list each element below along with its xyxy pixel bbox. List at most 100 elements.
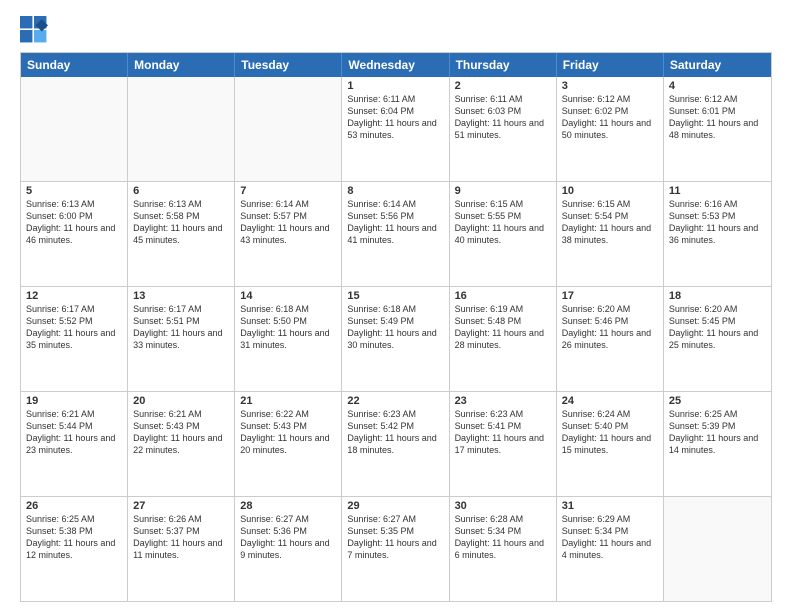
cell-info: Sunrise: 6:28 AM Sunset: 5:34 PM Dayligh… — [455, 513, 551, 562]
calendar: SundayMondayTuesdayWednesdayThursdayFrid… — [20, 52, 772, 602]
day-number: 29 — [347, 500, 443, 512]
day-number: 23 — [455, 395, 551, 407]
day-number: 5 — [26, 185, 122, 197]
cell-info: Sunrise: 6:19 AM Sunset: 5:48 PM Dayligh… — [455, 303, 551, 352]
day-number: 9 — [455, 185, 551, 197]
cell-info: Sunrise: 6:11 AM Sunset: 6:03 PM Dayligh… — [455, 93, 551, 142]
cell-info: Sunrise: 6:22 AM Sunset: 5:43 PM Dayligh… — [240, 408, 336, 457]
logo-icon — [20, 16, 48, 44]
cell-info: Sunrise: 6:27 AM Sunset: 5:36 PM Dayligh… — [240, 513, 336, 562]
day-number: 30 — [455, 500, 551, 512]
cell-info: Sunrise: 6:27 AM Sunset: 5:35 PM Dayligh… — [347, 513, 443, 562]
calendar-cell: 8Sunrise: 6:14 AM Sunset: 5:56 PM Daylig… — [342, 182, 449, 286]
cell-info: Sunrise: 6:21 AM Sunset: 5:44 PM Dayligh… — [26, 408, 122, 457]
calendar-cell: 30Sunrise: 6:28 AM Sunset: 5:34 PM Dayli… — [450, 497, 557, 601]
calendar-row-5: 26Sunrise: 6:25 AM Sunset: 5:38 PM Dayli… — [21, 497, 771, 601]
calendar-cell: 16Sunrise: 6:19 AM Sunset: 5:48 PM Dayli… — [450, 287, 557, 391]
header-day-friday: Friday — [557, 53, 664, 77]
calendar-page: SundayMondayTuesdayWednesdayThursdayFrid… — [0, 0, 792, 612]
header-day-sunday: Sunday — [21, 53, 128, 77]
calendar-body: 1Sunrise: 6:11 AM Sunset: 6:04 PM Daylig… — [21, 77, 771, 601]
calendar-cell: 9Sunrise: 6:15 AM Sunset: 5:55 PM Daylig… — [450, 182, 557, 286]
calendar-cell: 29Sunrise: 6:27 AM Sunset: 5:35 PM Dayli… — [342, 497, 449, 601]
cell-info: Sunrise: 6:24 AM Sunset: 5:40 PM Dayligh… — [562, 408, 658, 457]
day-number: 3 — [562, 80, 658, 92]
day-number: 7 — [240, 185, 336, 197]
cell-info: Sunrise: 6:13 AM Sunset: 5:58 PM Dayligh… — [133, 198, 229, 247]
day-number: 13 — [133, 290, 229, 302]
calendar-cell: 19Sunrise: 6:21 AM Sunset: 5:44 PM Dayli… — [21, 392, 128, 496]
day-number: 22 — [347, 395, 443, 407]
cell-info: Sunrise: 6:14 AM Sunset: 5:56 PM Dayligh… — [347, 198, 443, 247]
cell-info: Sunrise: 6:21 AM Sunset: 5:43 PM Dayligh… — [133, 408, 229, 457]
cell-info: Sunrise: 6:18 AM Sunset: 5:50 PM Dayligh… — [240, 303, 336, 352]
cell-info: Sunrise: 6:16 AM Sunset: 5:53 PM Dayligh… — [669, 198, 766, 247]
calendar-cell: 5Sunrise: 6:13 AM Sunset: 6:00 PM Daylig… — [21, 182, 128, 286]
calendar-row-4: 19Sunrise: 6:21 AM Sunset: 5:44 PM Dayli… — [21, 392, 771, 497]
cell-info: Sunrise: 6:11 AM Sunset: 6:04 PM Dayligh… — [347, 93, 443, 142]
cell-info: Sunrise: 6:18 AM Sunset: 5:49 PM Dayligh… — [347, 303, 443, 352]
calendar-cell: 22Sunrise: 6:23 AM Sunset: 5:42 PM Dayli… — [342, 392, 449, 496]
day-number: 19 — [26, 395, 122, 407]
day-number: 24 — [562, 395, 658, 407]
calendar-cell: 4Sunrise: 6:12 AM Sunset: 6:01 PM Daylig… — [664, 77, 771, 181]
cell-info: Sunrise: 6:29 AM Sunset: 5:34 PM Dayligh… — [562, 513, 658, 562]
calendar-cell: 12Sunrise: 6:17 AM Sunset: 5:52 PM Dayli… — [21, 287, 128, 391]
calendar-cell — [235, 77, 342, 181]
calendar-cell: 26Sunrise: 6:25 AM Sunset: 5:38 PM Dayli… — [21, 497, 128, 601]
calendar-header: SundayMondayTuesdayWednesdayThursdayFrid… — [21, 53, 771, 77]
day-number: 16 — [455, 290, 551, 302]
calendar-cell — [21, 77, 128, 181]
day-number: 17 — [562, 290, 658, 302]
calendar-row-3: 12Sunrise: 6:17 AM Sunset: 5:52 PM Dayli… — [21, 287, 771, 392]
calendar-row-2: 5Sunrise: 6:13 AM Sunset: 6:00 PM Daylig… — [21, 182, 771, 287]
calendar-cell: 2Sunrise: 6:11 AM Sunset: 6:03 PM Daylig… — [450, 77, 557, 181]
day-number: 15 — [347, 290, 443, 302]
calendar-cell: 7Sunrise: 6:14 AM Sunset: 5:57 PM Daylig… — [235, 182, 342, 286]
calendar-cell: 31Sunrise: 6:29 AM Sunset: 5:34 PM Dayli… — [557, 497, 664, 601]
page-header — [20, 16, 772, 44]
day-number: 12 — [26, 290, 122, 302]
day-number: 10 — [562, 185, 658, 197]
logo — [20, 16, 52, 44]
calendar-cell: 1Sunrise: 6:11 AM Sunset: 6:04 PM Daylig… — [342, 77, 449, 181]
calendar-cell: 11Sunrise: 6:16 AM Sunset: 5:53 PM Dayli… — [664, 182, 771, 286]
cell-info: Sunrise: 6:23 AM Sunset: 5:42 PM Dayligh… — [347, 408, 443, 457]
calendar-cell — [664, 497, 771, 601]
cell-info: Sunrise: 6:17 AM Sunset: 5:51 PM Dayligh… — [133, 303, 229, 352]
header-day-thursday: Thursday — [450, 53, 557, 77]
calendar-cell: 3Sunrise: 6:12 AM Sunset: 6:02 PM Daylig… — [557, 77, 664, 181]
cell-info: Sunrise: 6:17 AM Sunset: 5:52 PM Dayligh… — [26, 303, 122, 352]
day-number: 6 — [133, 185, 229, 197]
calendar-cell: 25Sunrise: 6:25 AM Sunset: 5:39 PM Dayli… — [664, 392, 771, 496]
calendar-cell: 18Sunrise: 6:20 AM Sunset: 5:45 PM Dayli… — [664, 287, 771, 391]
cell-info: Sunrise: 6:13 AM Sunset: 6:00 PM Dayligh… — [26, 198, 122, 247]
day-number: 14 — [240, 290, 336, 302]
cell-info: Sunrise: 6:20 AM Sunset: 5:46 PM Dayligh… — [562, 303, 658, 352]
day-number: 20 — [133, 395, 229, 407]
day-number: 1 — [347, 80, 443, 92]
day-number: 11 — [669, 185, 766, 197]
cell-info: Sunrise: 6:25 AM Sunset: 5:38 PM Dayligh… — [26, 513, 122, 562]
calendar-cell: 14Sunrise: 6:18 AM Sunset: 5:50 PM Dayli… — [235, 287, 342, 391]
cell-info: Sunrise: 6:12 AM Sunset: 6:01 PM Dayligh… — [669, 93, 766, 142]
header-day-tuesday: Tuesday — [235, 53, 342, 77]
day-number: 21 — [240, 395, 336, 407]
cell-info: Sunrise: 6:20 AM Sunset: 5:45 PM Dayligh… — [669, 303, 766, 352]
calendar-cell: 20Sunrise: 6:21 AM Sunset: 5:43 PM Dayli… — [128, 392, 235, 496]
calendar-cell: 10Sunrise: 6:15 AM Sunset: 5:54 PM Dayli… — [557, 182, 664, 286]
day-number: 18 — [669, 290, 766, 302]
day-number: 27 — [133, 500, 229, 512]
day-number: 28 — [240, 500, 336, 512]
day-number: 4 — [669, 80, 766, 92]
day-number: 2 — [455, 80, 551, 92]
calendar-cell: 15Sunrise: 6:18 AM Sunset: 5:49 PM Dayli… — [342, 287, 449, 391]
calendar-cell: 13Sunrise: 6:17 AM Sunset: 5:51 PM Dayli… — [128, 287, 235, 391]
calendar-cell: 21Sunrise: 6:22 AM Sunset: 5:43 PM Dayli… — [235, 392, 342, 496]
header-day-monday: Monday — [128, 53, 235, 77]
day-number: 31 — [562, 500, 658, 512]
day-number: 8 — [347, 185, 443, 197]
cell-info: Sunrise: 6:15 AM Sunset: 5:55 PM Dayligh… — [455, 198, 551, 247]
calendar-cell: 6Sunrise: 6:13 AM Sunset: 5:58 PM Daylig… — [128, 182, 235, 286]
cell-info: Sunrise: 6:26 AM Sunset: 5:37 PM Dayligh… — [133, 513, 229, 562]
